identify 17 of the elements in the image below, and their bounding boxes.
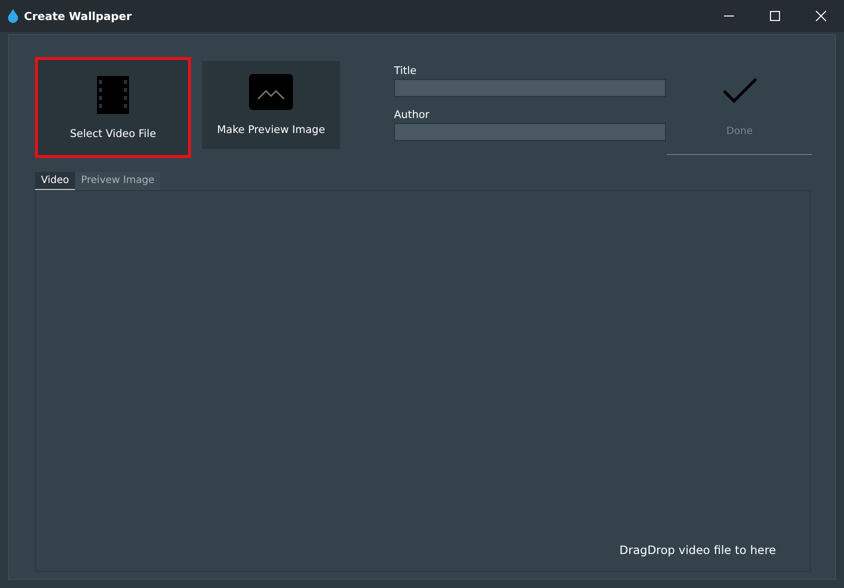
- close-icon: [815, 10, 827, 22]
- drop-area[interactable]: DragDrop video file to here: [35, 190, 811, 572]
- preview-image-button[interactable]: Make Preview Image: [202, 61, 340, 149]
- film-icon: [97, 76, 129, 114]
- tab[interactable]: Preivew Image: [75, 172, 160, 190]
- droplet-icon: [8, 9, 18, 23]
- image-icon: [249, 74, 293, 110]
- field-label: Title: [394, 65, 418, 77]
- drop-hint: DragDrop video file to here: [619, 543, 776, 557]
- tab[interactable]: Video: [35, 172, 76, 190]
- input-field[interactable]: [394, 123, 666, 141]
- field-label: Author: [394, 109, 430, 121]
- input-field[interactable]: [394, 79, 666, 97]
- maximize-icon: [769, 10, 781, 22]
- checkmark-icon: [722, 76, 758, 104]
- select-video-button[interactable]: Select Video File: [35, 57, 191, 158]
- window-title: Create Wallpaper: [24, 10, 133, 22]
